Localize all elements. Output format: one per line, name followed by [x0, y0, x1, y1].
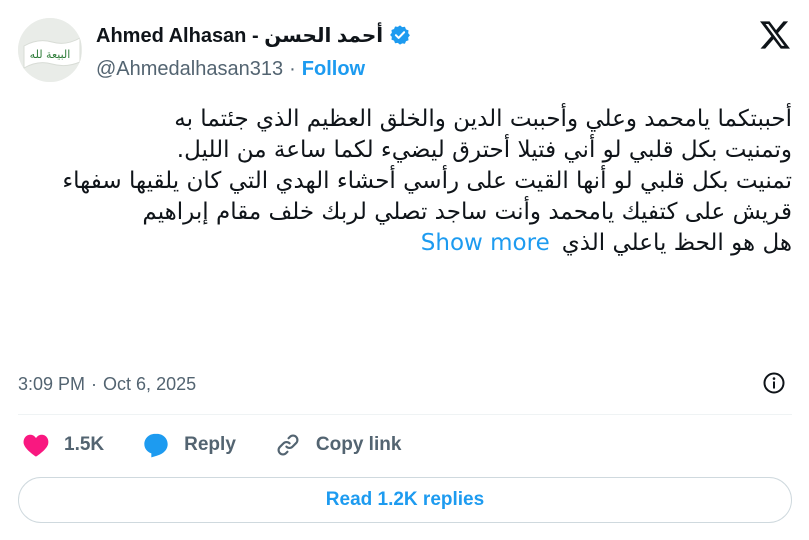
- separator-dot: ·: [289, 57, 296, 80]
- like-button[interactable]: 1.5K: [22, 432, 104, 458]
- tweet-line-last: هل هو الحظ ياعلي الذي Show more: [18, 228, 792, 259]
- avatar-banner-text: البيعة لله: [30, 48, 71, 61]
- follow-button[interactable]: Follow: [302, 58, 365, 81]
- tweet-line: وتمنيت بكل قلبي لو أني فتيلا أحترق ليضيء…: [176, 137, 792, 163]
- tweet-time: 3:09 PM: [18, 373, 86, 394]
- avatar-flag-image: البيعة لله: [18, 18, 82, 82]
- copy-link-label: Copy link: [315, 434, 402, 455]
- tweet-line: تمنيت بكل قلبي لو أنها القيت على رأسي أح…: [62, 168, 792, 225]
- author-name-row: Ahmed Alhasan - أحمد الحسن: [96, 22, 411, 48]
- tweet-line: أحببتكما يامحمد وعلي وأحببت الدين والخلق…: [174, 106, 792, 132]
- x-logo-icon[interactable]: [758, 20, 792, 50]
- copy-link-button[interactable]: Copy link: [274, 432, 402, 458]
- tweet-date: Oct 6, 2025: [103, 373, 197, 394]
- show-more-link[interactable]: Show more: [421, 230, 550, 256]
- avatar[interactable]: البيعة لله: [18, 18, 82, 82]
- meta-separator: ·: [91, 373, 98, 394]
- heart-icon: [23, 434, 49, 457]
- read-replies-label: Read 1.2K replies: [325, 489, 485, 510]
- read-replies-button[interactable]: Read 1.2K replies: [18, 477, 792, 523]
- reply-label: Reply: [184, 434, 236, 455]
- link-icon: [277, 434, 299, 456]
- action-bar: 1.5K Reply Copy link: [22, 428, 439, 462]
- tweet-timestamp[interactable]: 3:09 PM · Oct 6, 2025: [18, 372, 196, 396]
- like-count: 1.5K: [64, 434, 105, 455]
- divider: [18, 414, 792, 415]
- tweet-line: هل هو الحظ ياعلي الذي: [561, 230, 792, 256]
- info-icon[interactable]: [762, 371, 786, 395]
- author-handle-row: @Ahmedalhasan313 · Follow: [96, 56, 365, 82]
- tweet-text: أحببتكما يامحمد وعلي وأحببت الدين والخلق…: [18, 104, 792, 259]
- reply-button[interactable]: Reply: [142, 432, 236, 458]
- author-display-name[interactable]: Ahmed Alhasan - أحمد الحسن: [96, 23, 383, 48]
- verified-badge-icon: [390, 25, 411, 45]
- author-handle[interactable]: @Ahmedalhasan313: [96, 58, 283, 81]
- reply-bubble-icon: [144, 433, 168, 458]
